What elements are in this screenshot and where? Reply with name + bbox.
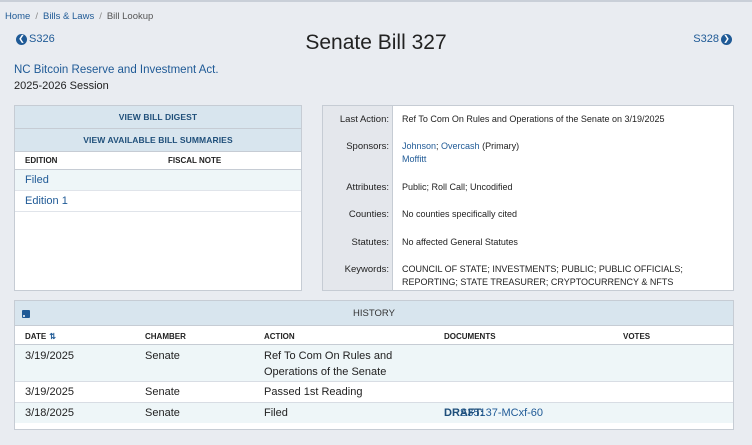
keywords-value: COUNCIL OF STATE; INVESTMENTS; PUBLIC; P… — [402, 263, 683, 289]
sort-icon[interactable]: ⇅ — [49, 332, 56, 341]
sponsors-label: Sponsors: — [346, 141, 389, 152]
history-row: 3/19/2025 Senate Ref To Com On Rules and… — [15, 345, 733, 382]
votes-column-header: VOTES — [623, 332, 651, 341]
bill-short-title-link[interactable]: NC Bitcoin Reserve and Investment Act. — [14, 64, 219, 76]
draft-prefix: DRAFT: — [444, 407, 484, 419]
breadcrumb-bill-lookup: Bill Lookup — [106, 11, 154, 22]
keywords-label: Keywords: — [344, 264, 389, 275]
edition-column-header: EDITION — [25, 156, 58, 165]
history-action: Filed — [264, 407, 288, 419]
history-row: 3/18/2025 Senate Filed DRAFT: DRS35137-M… — [15, 403, 733, 423]
history-date: 3/19/2025 — [25, 386, 74, 398]
keywords-line-2: REPORTING; STATE TREASURER; CRYPTOCURREN… — [402, 277, 674, 287]
history-panel: HISTORY DATE ⇅ CHAMBER ACTION DOCUMENTS V… — [14, 300, 734, 430]
breadcrumb-home[interactable]: Home — [5, 11, 30, 22]
history-table-header: DATE ⇅ CHAMBER ACTION DOCUMENTS VOTES — [15, 326, 733, 345]
next-bill-label: S328 — [693, 33, 719, 45]
sponsor-link-moffitt[interactable]: Moffitt — [402, 154, 426, 164]
session-label: 2025-2026 Session — [14, 80, 109, 92]
history-chamber: Senate — [145, 350, 180, 362]
history-row: 3/19/2025 Senate Passed 1st Reading — [15, 382, 733, 403]
info-label-column — [323, 106, 393, 290]
history-header: HISTORY — [15, 301, 733, 326]
history-chamber: Senate — [145, 386, 180, 398]
history-chamber: Senate — [145, 407, 180, 419]
view-bill-digest-button[interactable]: VIEW BILL DIGEST — [15, 106, 301, 129]
keywords-line-1: COUNCIL OF STATE; INVESTMENTS; PUBLIC; P… — [402, 264, 683, 274]
history-action-line-2: Operations of the Senate — [264, 366, 387, 378]
top-border — [0, 0, 752, 2]
counties-label: Counties: — [348, 209, 389, 220]
attributes-label: Attributes: — [346, 182, 389, 193]
attributes-value: Public; Roll Call; Uncodified — [402, 182, 513, 192]
history-action: Passed 1st Reading — [264, 386, 363, 398]
statutes-value: No affected General Statutes — [402, 237, 518, 247]
last-action-label: Last Action: — [339, 114, 389, 125]
history-date: 3/18/2025 — [25, 407, 74, 419]
edition-link-edition-1[interactable]: Edition 1 — [25, 195, 68, 207]
history-title: HISTORY — [353, 308, 395, 319]
sponsor-link-johnson[interactable]: Johnson — [402, 141, 436, 151]
action-column-header: ACTION — [264, 332, 295, 341]
breadcrumb-bills-laws[interactable]: Bills & Laws — [43, 11, 94, 22]
bill-info-panel: Last Action: Ref To Com On Rules and Ope… — [322, 105, 734, 291]
bill-documents-panel: VIEW BILL DIGEST VIEW AVAILABLE BILL SUM… — [14, 105, 302, 291]
fiscal-note-column-header: FISCAL NOTE — [168, 156, 222, 165]
view-bill-summaries-button[interactable]: VIEW AVAILABLE BILL SUMMARIES — [15, 129, 301, 152]
history-action-line-1: Ref To Com On Rules and — [264, 350, 393, 362]
edition-link-filed[interactable]: Filed — [25, 174, 49, 186]
sponsors-value: Johnson; Overcash (Primary) Moffitt — [402, 141, 520, 164]
next-bill-link[interactable]: S328 ❯ — [693, 33, 734, 45]
statutes-label: Statutes: — [351, 237, 390, 248]
chevron-right-circle-icon: ❯ — [721, 33, 732, 45]
edition-table-header: EDITION FISCAL NOTE — [15, 152, 301, 170]
breadcrumb: Home / Bills & Laws / Bill Lookup — [5, 11, 154, 22]
page-title: Senate Bill 327 — [305, 31, 447, 54]
edition-row: Filed — [15, 170, 301, 191]
rss-icon[interactable] — [22, 310, 30, 318]
history-document: DRAFT: DRS35137-MCxf-60 — [444, 407, 543, 419]
last-action-value: Ref To Com On Rules and Operations of th… — [402, 114, 665, 124]
counties-value: No counties specifically cited — [402, 209, 518, 219]
sponsor-link-overcash[interactable]: Overcash — [441, 141, 480, 151]
date-column-header[interactable]: DATE ⇅ — [25, 332, 56, 341]
primary-note: (Primary) — [482, 141, 520, 151]
documents-column-header: DOCUMENTS — [444, 332, 496, 341]
edition-row: Edition 1 — [15, 191, 301, 212]
chamber-column-header: CHAMBER — [145, 332, 186, 341]
history-date: 3/19/2025 — [25, 350, 74, 362]
